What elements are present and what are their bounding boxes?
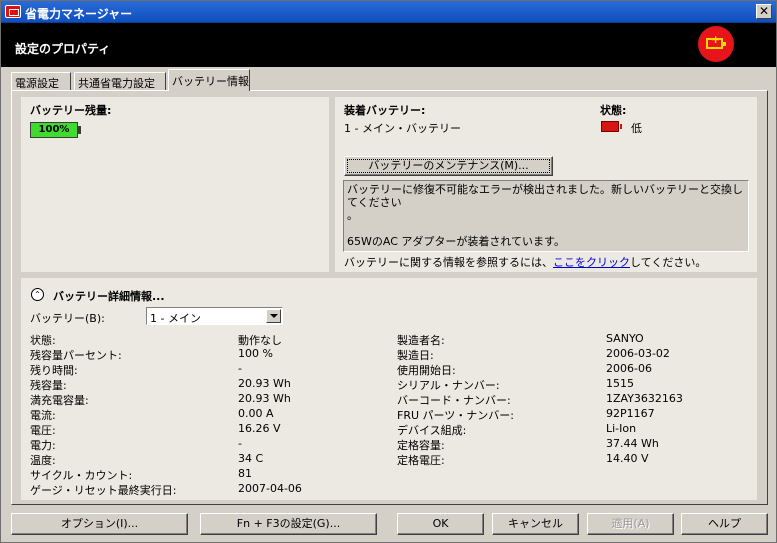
info-line: バッテリーに関する情報を参照するには、ここをクリックしてください。 (344, 254, 706, 270)
collapse-chevron-icon[interactable]: ⌃ (31, 288, 44, 301)
detail-left-value: 2007-04-06 (238, 482, 302, 495)
detail-left-label: ゲージ・リセット最終実行日: (30, 484, 177, 497)
detail-left-value: 16.26 V (238, 422, 281, 435)
detail-right-label: 製造日: (397, 349, 434, 362)
detail-left-value: - (238, 437, 242, 450)
tab-battery-info[interactable]: バッテリー情報 (168, 69, 250, 91)
detail-left-value: 0.00 A (238, 407, 274, 420)
battery-select-label: バッテリー(B): (30, 312, 105, 325)
detail-left-label: 電圧: (30, 424, 56, 437)
battery-low-icon (601, 121, 622, 132)
power-manager-window: 省電力マネージャー ✕ 設定のプロパティ + 電源設定 共通省電力設定 バッテリ… (0, 0, 777, 543)
info-suffix: してください。 (630, 256, 707, 269)
battery-message-box: バッテリーに修復不可能なエラーが検出されました。新しいバッテリーと交換してくださ… (343, 180, 749, 252)
detail-right-value: Li-Ion (606, 422, 637, 435)
close-button[interactable]: ✕ (756, 4, 772, 19)
detail-right-value: SANYO (606, 332, 644, 345)
battery-select-value: 1 - メイン (150, 312, 201, 325)
detail-left-value: - (238, 362, 242, 375)
message-line-3: 65WのAC アダプターが装着されています。 (347, 235, 565, 248)
detail-left-label: 電流: (30, 409, 56, 422)
battery-plus-icon: + (698, 26, 734, 62)
detail-right-label: 製造者名: (397, 334, 445, 347)
detail-right-label: シリアル・ナンバー: (397, 379, 500, 392)
title-bar[interactable]: 省電力マネージャー ✕ (1, 1, 776, 23)
chevron-down-icon[interactable] (266, 309, 281, 323)
detail-right-value: 92P1167 (606, 407, 655, 420)
detail-right-value: 1515 (606, 377, 634, 390)
battery-level-label: バッテリー残量: (30, 104, 112, 117)
detail-right-value: 37.44 Wh (606, 437, 659, 450)
detail-left-label: 満充電容量: (30, 394, 89, 407)
message-line-2: 。 (347, 209, 358, 222)
detail-left-label: 残り時間: (30, 364, 78, 377)
detail-left-label: 状態: (30, 334, 56, 347)
options-button[interactable]: オプション(I)... (11, 513, 188, 535)
detail-left-value: 100 % (238, 347, 273, 360)
ok-button[interactable]: OK (397, 513, 484, 535)
header-banner: 設定のプロパティ + (1, 23, 776, 67)
tab-power-settings[interactable]: 電源設定 (11, 72, 71, 91)
status-label: 状態: (600, 104, 627, 117)
detail-left-label: 残容量: (30, 379, 67, 392)
detail-left-label: 残容量パーセント: (30, 349, 122, 362)
detail-left-value: 81 (238, 467, 252, 480)
cancel-button[interactable]: キャンセル (492, 513, 579, 535)
fn-f3-settings-button[interactable]: Fn + F3の設定(G)... (200, 513, 377, 535)
info-link[interactable]: ここをクリック (553, 256, 630, 269)
help-button[interactable]: ヘルプ (681, 513, 768, 535)
detail-left-label: サイクル・カウント: (30, 469, 133, 482)
window-title: 省電力マネージャー (25, 7, 133, 21)
detail-left-value: 動作なし (238, 334, 282, 347)
info-prefix: バッテリーに関する情報を参照するには、 (344, 256, 553, 269)
detail-right-label: 定格容量: (397, 439, 445, 452)
battery-select[interactable]: 1 - メイン (146, 307, 283, 325)
battery-app-icon (5, 5, 21, 18)
detail-left-label: 電力: (30, 439, 56, 452)
detail-left-value: 20.93 Wh (238, 377, 291, 390)
installed-battery-label: 装着バッテリー: (344, 104, 426, 117)
detail-right-value: 2006-03-02 (606, 347, 670, 360)
battery-maintenance-button[interactable]: バッテリーのメンテナンス(M)... (344, 156, 553, 176)
details-title[interactable]: バッテリー詳細情報... (53, 288, 165, 304)
battery-gauge-value: 100% (38, 124, 70, 135)
message-line-1: バッテリーに修復不可能なエラーが検出されました。新しいバッテリーと交換してくださ… (347, 183, 743, 209)
tab-common-power-saving[interactable]: 共通省電力設定 (74, 72, 166, 91)
detail-right-value: 1ZAY3632163 (606, 392, 683, 405)
detail-right-label: FRU パーツ・ナンバー: (397, 409, 515, 422)
detail-left-label: 温度: (30, 454, 56, 467)
battery-gauge-tip (78, 126, 81, 134)
status-value: 低 (631, 122, 642, 135)
detail-right-value: 14.40 V (606, 452, 649, 465)
detail-right-label: 定格電圧: (397, 454, 445, 467)
battery-gauge: 100% (30, 122, 78, 138)
installed-battery-value: 1 - メイン・バッテリー (344, 122, 461, 135)
detail-left-value: 20.93 Wh (238, 392, 291, 405)
detail-left-value: 34 C (238, 452, 264, 465)
detail-right-value: 2006-06 (606, 362, 652, 375)
apply-button[interactable]: 適用(A) (587, 513, 674, 535)
detail-right-label: 使用開始日: (397, 364, 456, 377)
detail-right-label: バーコード・ナンバー: (397, 394, 511, 407)
page-title: 設定のプロパティ (15, 42, 111, 56)
detail-right-label: デバイス組成: (397, 424, 467, 437)
